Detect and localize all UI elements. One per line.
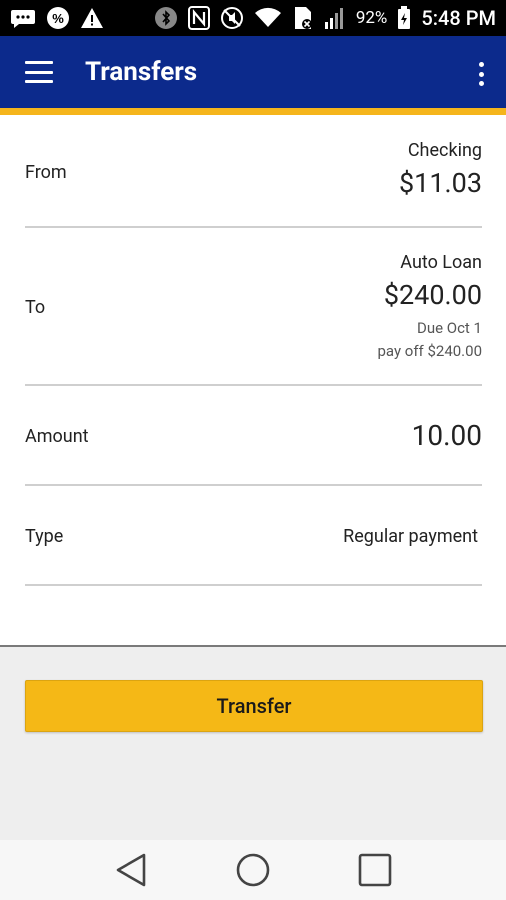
system-nav-bar [0,840,506,900]
battery-icon [397,6,411,30]
to-account-balance: $240.00 [383,279,482,311]
sim-icon [292,6,314,30]
transfer-form: From Checking $11.03 To Auto Loan $240.0… [0,115,506,645]
svg-text:%: % [52,11,64,26]
from-account-value: Checking $11.03 [399,140,482,199]
page-title: Transfers [85,57,198,87]
nfc-icon [187,6,210,30]
to-account-due-date: Due Oct 1 [416,319,482,337]
to-account-value: Auto Loan $240.00 Due Oct 1 pay off $240… [377,252,482,363]
amount-input[interactable]: 10.00 [412,419,482,452]
recents-button[interactable] [355,850,395,890]
to-account-row[interactable]: To Auto Loan $240.00 Due Oct 1 pay off $… [25,228,482,386]
type-label: Type [25,526,64,547]
amount-row[interactable]: Amount 10.00 [25,386,482,486]
recents-icon [358,853,392,887]
hamburger-icon [25,61,53,64]
more-options-button[interactable] [476,62,486,86]
warning-icon [80,7,104,29]
back-icon [116,853,146,887]
to-label: To [25,297,46,318]
to-account-name: Auto Loan [400,252,482,273]
action-area: Transfer [0,647,506,840]
status-time: 5:48 PM [421,6,496,30]
wifi-icon [254,7,282,29]
back-button[interactable] [111,850,151,890]
message-icon [10,7,36,29]
percent-icon: % [46,6,70,30]
from-label: From [25,162,67,183]
signal-icon [324,6,346,30]
status-bar: % 92% 5:48 PM [0,0,506,36]
bluetooth-icon [154,6,178,30]
mute-icon [220,6,244,30]
status-bar-right: 92% 5:48 PM [154,6,496,30]
amount-label: Amount [25,426,89,447]
from-account-balance: $11.03 [399,167,482,199]
from-account-name: Checking [407,140,482,161]
more-vert-icon [478,62,484,67]
home-button[interactable] [233,850,273,890]
from-account-row[interactable]: From Checking $11.03 [25,115,482,228]
to-account-payoff: pay off $240.00 [377,342,482,360]
type-row[interactable]: Type Regular payment [25,486,482,586]
app-bar-accent-stripe [0,108,506,115]
payment-type-select[interactable]: Regular payment [343,526,482,547]
status-bar-left: % [10,6,104,30]
battery-percent: 92% [355,8,388,28]
home-icon [236,853,270,887]
transfer-button[interactable]: Transfer [25,680,483,732]
hamburger-menu-button[interactable] [25,61,53,83]
app-bar: Transfers [0,36,506,108]
